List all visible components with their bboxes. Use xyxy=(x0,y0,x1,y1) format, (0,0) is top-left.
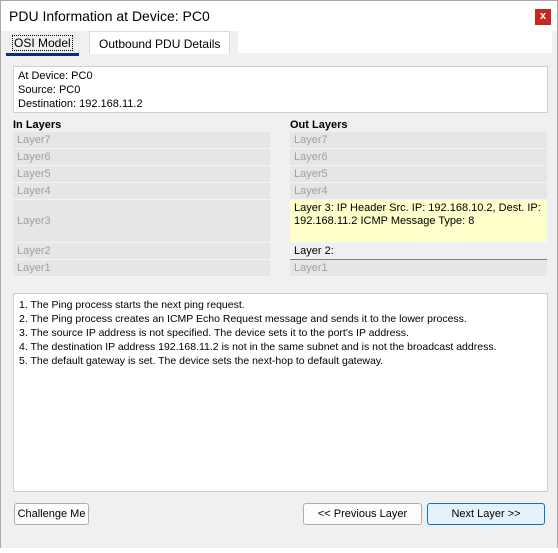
out-layer-7[interactable]: Layer7 xyxy=(290,132,547,149)
pdu-info-window: PDU Information at Device: PC0 x OSI Mod… xyxy=(0,0,558,550)
tab-osi-model-label: OSI Model xyxy=(12,35,73,51)
message-line: 5. The default gateway is set. The devic… xyxy=(19,355,384,367)
at-device-text: At Device: PC0 xyxy=(18,70,93,82)
out-layer-1[interactable]: Layer1 xyxy=(290,260,547,277)
in-layer-5[interactable]: Layer5 xyxy=(13,166,270,183)
tab-outbound-pdu-details[interactable]: Outbound PDU Details xyxy=(89,31,231,54)
tab-osi-model[interactable]: OSI Model xyxy=(6,31,79,56)
destination-text: Destination: 192.168.11.2 xyxy=(18,98,143,110)
out-layers-heading: Out Layers xyxy=(290,119,348,131)
message-line: 4. The destination IP address 192.168.11… xyxy=(19,341,497,353)
message-line: 3. The source IP address is not specifie… xyxy=(19,327,409,339)
close-button[interactable]: x xyxy=(535,9,551,25)
in-layer-7[interactable]: Layer7 xyxy=(13,132,270,149)
previous-layer-button[interactable]: << Previous Layer xyxy=(303,503,422,525)
process-messages-box: 1. The Ping process starts the next ping… xyxy=(13,293,548,492)
in-layer-1[interactable]: Layer1 xyxy=(13,260,270,277)
out-layer-4[interactable]: Layer4 xyxy=(290,183,547,200)
out-layer-2[interactable]: Layer 2: xyxy=(290,243,547,260)
in-layer-6[interactable]: Layer6 xyxy=(13,149,270,166)
in-layer-4[interactable]: Layer4 xyxy=(13,183,270,200)
in-layer-3[interactable]: Layer3 xyxy=(13,200,270,243)
in-layers-heading: In Layers xyxy=(13,119,62,131)
window-title: PDU Information at Device: PC0 xyxy=(9,8,210,24)
next-layer-button[interactable]: Next Layer >> xyxy=(427,503,545,525)
in-layer-2[interactable]: Layer2 xyxy=(13,243,270,260)
device-info-box: At Device: PC0 Source: PC0 Destination: … xyxy=(13,66,548,113)
out-layer-6[interactable]: Layer6 xyxy=(290,149,547,166)
source-text: Source: PC0 xyxy=(18,84,81,96)
title-bar: PDU Information at Device: PC0 x xyxy=(1,1,557,31)
background-strip xyxy=(0,548,558,553)
challenge-me-button[interactable]: Challenge Me xyxy=(14,503,89,525)
tab-bar-fill xyxy=(238,31,552,53)
out-layer-3-selected[interactable]: Layer 3: IP Header Src. IP: 192.168.10.2… xyxy=(290,200,547,243)
tab-bar: OSI Model Outbound PDU Details xyxy=(6,31,552,56)
out-layer-5[interactable]: Layer5 xyxy=(290,166,547,183)
message-line: 1. The Ping process starts the next ping… xyxy=(19,299,245,311)
message-line: 2. The Ping process creates an ICMP Echo… xyxy=(19,313,467,325)
